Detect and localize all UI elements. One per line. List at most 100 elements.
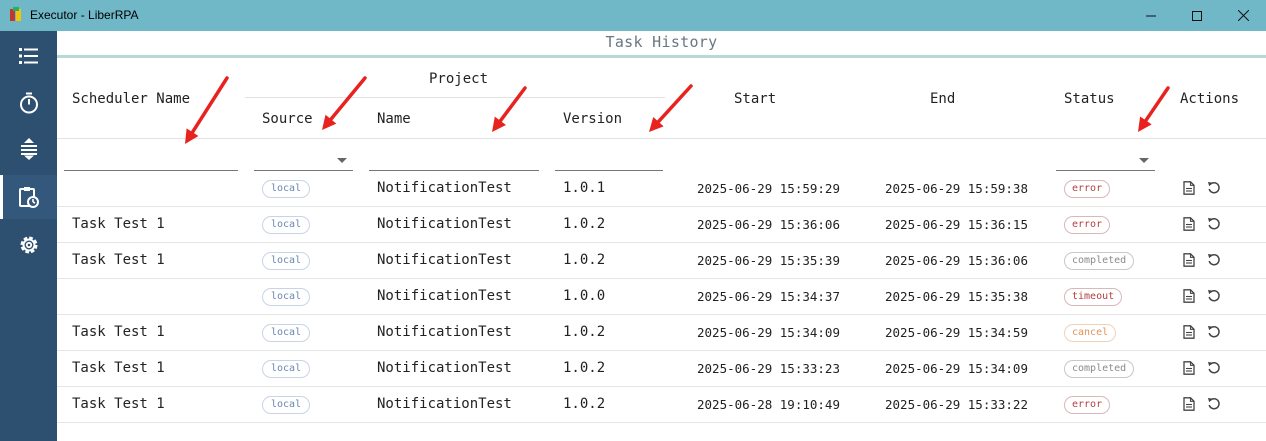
rerun-button[interactable] [1206,216,1222,232]
end-time-cell: 2025-06-29 15:34:09 [885,361,1028,376]
project-name-cell: NotificationTest [377,324,512,340]
rerun-button[interactable] [1206,288,1222,304]
project-name-cell: NotificationTest [377,396,512,412]
nav-item-schedulers[interactable] [0,81,57,125]
view-log-button[interactable] [1181,252,1197,268]
table-row: Task Test 1 local NotificationTest 1.0.2 202… [57,351,1266,387]
minimize-icon [1146,15,1156,16]
chevron-down-icon [1139,158,1149,163]
header-actions: Actions [1180,91,1240,107]
log-icon [1183,217,1195,231]
view-log-button[interactable] [1181,216,1197,232]
nav-item-queue[interactable] [0,127,57,171]
status-filter[interactable] [1056,150,1155,171]
end-time-cell: 2025-06-29 15:34:59 [885,325,1028,340]
rerun-button[interactable] [1206,360,1222,376]
log-icon [1183,253,1195,267]
window-title: Executor - LiberRPA [30,8,139,22]
source-badge: local [262,360,311,378]
minimize-button[interactable] [1128,0,1174,31]
nav-item-history[interactable] [0,175,57,219]
window-titlebar: Executor - LiberRPA [0,0,1266,31]
header-end[interactable]: End [930,91,955,107]
rerun-icon [1208,362,1220,374]
settings-icon [20,236,37,254]
version-cell: 1.0.2 [563,216,606,232]
header-status[interactable]: Status [1064,91,1115,107]
header-divider [57,138,1266,139]
nav-item-tasks[interactable] [0,34,57,78]
rerun-button[interactable] [1206,324,1222,340]
view-log-button[interactable] [1181,324,1197,340]
start-time-cell: 2025-06-29 15:34:09 [697,325,840,340]
app-logo-icon [10,7,21,21]
title-divider [57,55,1266,58]
source-filter[interactable] [254,150,353,171]
header-version[interactable]: Version [563,111,622,127]
nav-item-settings[interactable] [0,223,57,267]
side-nav [0,31,57,441]
source-badge: local [262,288,311,306]
source-badge: local [262,324,311,342]
scheduler-name-cell: Task Test 1 [72,396,165,412]
name-filter[interactable] [369,150,539,171]
version-cell: 1.0.1 [563,180,606,196]
chevron-down-icon [337,158,347,163]
version-filter[interactable] [555,150,663,171]
log-icon [1183,361,1195,375]
view-log-button[interactable] [1181,360,1197,376]
annotation-arrow-head [649,116,664,132]
start-time-cell: 2025-06-29 15:34:37 [697,289,840,304]
header-start[interactable]: Start [734,91,776,107]
version-cell: 1.0.2 [563,252,606,268]
table-row: Task Test 1 local NotificationTest 1.0.2 202… [57,243,1266,279]
close-icon [1237,10,1249,21]
source-badge: local [262,396,311,414]
view-log-button[interactable] [1181,288,1197,304]
rerun-button[interactable] [1206,252,1222,268]
table-row: local NotificationTest 1.0.0 2025-06-29 15:… [57,279,1266,315]
end-time-cell: 2025-06-29 15:36:15 [885,217,1028,232]
header-scheduler-name: Scheduler Name [72,91,191,107]
status-badge: cancel [1064,324,1117,342]
annotation-arrow-shaft [656,84,693,124]
start-time-cell: 2025-06-29 15:33:23 [697,361,840,376]
log-icon [1183,181,1195,195]
header-name[interactable]: Name [377,111,411,127]
version-cell: 1.0.2 [563,396,606,412]
project-name-cell: NotificationTest [377,216,512,232]
rerun-button[interactable] [1206,180,1222,196]
table-row: Task Test 1 local NotificationTest 1.0.2 202… [57,387,1266,423]
timer-icon [19,92,38,114]
rerun-button[interactable] [1206,396,1222,412]
project-name-cell: NotificationTest [377,180,512,196]
rerun-icon [1208,326,1220,338]
row-divider [57,422,1266,423]
source-badge: local [262,252,311,270]
maximize-button[interactable] [1174,0,1220,31]
close-button[interactable] [1220,0,1266,31]
list-icon [18,48,38,64]
history-icon [18,187,39,208]
scheduler-name-cell: Task Test 1 [72,252,165,268]
log-icon [1183,325,1195,339]
annotation-arrow-head [322,114,337,130]
annotation-arrow-head [1138,116,1152,132]
scheduler-name-cell: Task Test 1 [72,216,165,232]
annotation-arrow-head [185,128,199,144]
rerun-icon [1208,254,1220,266]
annotation-arrow-head [492,116,506,132]
view-log-button[interactable] [1181,396,1197,412]
header-source[interactable]: Source [262,111,313,127]
version-cell: 1.0.0 [563,288,606,304]
annotation-arrow-shaft [498,86,527,123]
rerun-icon [1208,218,1220,230]
view-log-button[interactable] [1181,180,1197,196]
table-row: local NotificationTest 1.0.1 2025-06-29 15:… [57,171,1266,207]
scheduler-name-filter[interactable] [64,150,238,171]
log-icon [1183,397,1195,411]
maximize-icon [1192,10,1202,21]
end-time-cell: 2025-06-29 15:59:38 [885,181,1028,196]
log-icon [1183,289,1195,303]
start-time-cell: 2025-06-29 15:36:06 [697,217,840,232]
